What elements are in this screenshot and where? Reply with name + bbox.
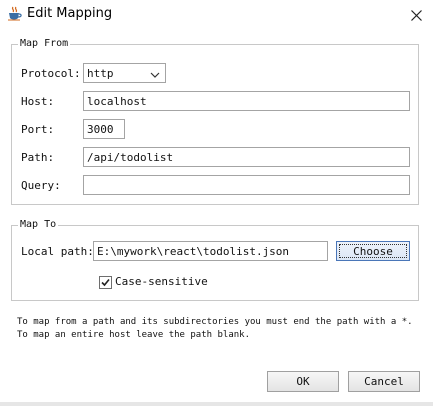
background-strip (0, 402, 433, 406)
host-input[interactable] (83, 91, 410, 111)
edit-mapping-dialog: Edit Mapping Map From Protocol: http Hos… (0, 0, 433, 406)
map-to-title: Map To (18, 218, 59, 232)
java-cup-icon (7, 6, 22, 21)
protocol-label: Protocol: (21, 67, 81, 80)
port-input[interactable] (83, 119, 125, 139)
ok-button-label: OK (296, 375, 310, 388)
cancel-button-label: Cancel (364, 375, 404, 388)
case-sensitive-label[interactable]: Case-sensitive (115, 275, 208, 289)
title-bar: Edit Mapping (0, 0, 433, 30)
cancel-button[interactable]: Cancel (348, 371, 420, 392)
port-label: Port: (21, 123, 55, 136)
protocol-select[interactable]: http (83, 63, 166, 83)
query-input[interactable] (83, 175, 410, 195)
case-sensitive-checkbox[interactable] (99, 276, 112, 289)
local-path-input[interactable] (93, 241, 328, 261)
hint-text: To map from a path and its subdirectorie… (17, 317, 413, 340)
protocol-value: http (87, 66, 114, 80)
query-label: Query: (21, 179, 61, 192)
path-label: Path: (21, 151, 55, 164)
host-label: Host: (21, 95, 55, 108)
choose-button[interactable]: Choose (336, 241, 410, 261)
choose-button-label: Choose (353, 244, 393, 258)
close-button[interactable] (399, 0, 433, 30)
ok-button[interactable]: OK (267, 371, 339, 392)
path-input[interactable] (83, 147, 410, 167)
local-path-label: Local path: (21, 245, 94, 258)
window-title: Edit Mapping (27, 6, 113, 21)
map-to-group: Map To (11, 218, 419, 301)
close-icon (410, 9, 422, 21)
chevron-down-icon (150, 69, 160, 78)
checkmark-icon (101, 278, 110, 287)
map-from-title: Map From (18, 37, 71, 51)
